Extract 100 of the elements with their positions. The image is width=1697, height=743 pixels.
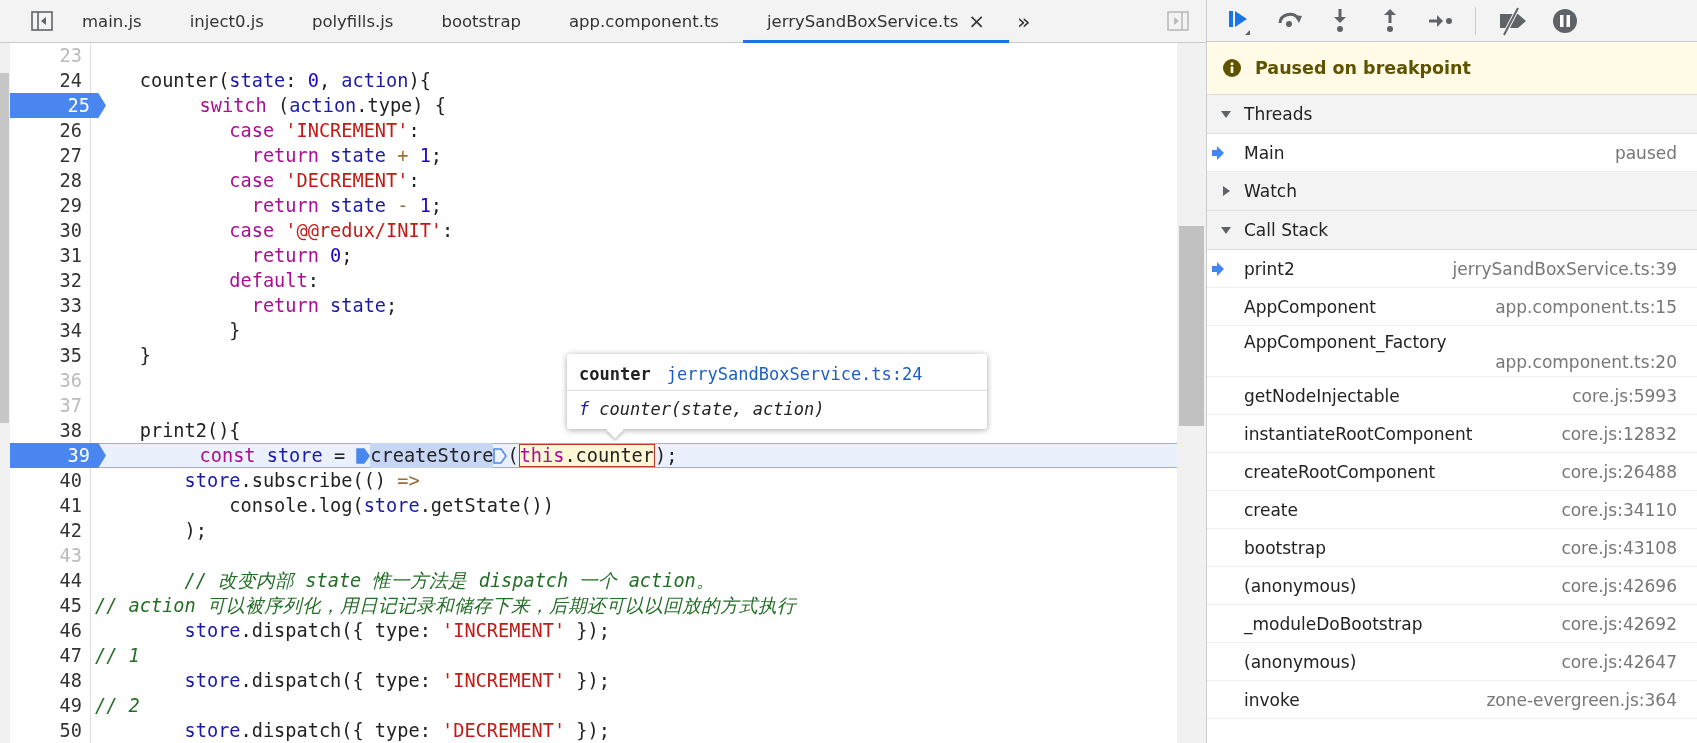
line-number[interactable]: 33 (10, 293, 91, 318)
code-line: print2(){ (138, 419, 241, 443)
line-number[interactable]: 30 (10, 218, 91, 243)
code-line: } (228, 319, 241, 343)
code-line: counter(state: 0, action){ (138, 69, 431, 93)
list-row[interactable]: AppComponent_Factory app.component.ts:20 (1207, 326, 1697, 377)
item-name: instantiateRootComponent (1244, 423, 1473, 444)
code-line: // 改变内部 state 惟一方法是 dispatch 一个 action。 (183, 569, 715, 593)
list-row[interactable]: invoke zone-evergreen.js:364 (1207, 681, 1697, 719)
item-name: Main (1244, 142, 1285, 163)
line-number[interactable]: 48 (10, 668, 91, 693)
list-row[interactable]: print2 jerrySandBoxService.ts:39 (1207, 250, 1697, 288)
code-line: switch (action.type) { (198, 94, 446, 118)
line-number[interactable]: 26 (10, 118, 91, 143)
code-line: case '@@redux/INIT': (228, 219, 454, 243)
code-line: } (138, 344, 151, 368)
section-header[interactable]: Watch (1207, 172, 1697, 211)
list-row[interactable]: createRootComponent core.js:26488 (1207, 453, 1697, 491)
line-number[interactable]: 32 (10, 268, 91, 293)
line-number[interactable]: 44 (10, 568, 91, 593)
banner-text: Paused on breakpoint (1255, 58, 1471, 78)
list-row[interactable]: bootstrap core.js:43108 (1207, 529, 1697, 567)
file-tab[interactable]: bootstrap (417, 0, 545, 43)
line-number[interactable]: 35 (10, 343, 91, 368)
section-header[interactable]: Threads (1207, 95, 1697, 134)
file-tab[interactable]: inject0.js (165, 0, 288, 43)
sidebar-toggle-icon[interactable] (1166, 9, 1190, 33)
file-tab[interactable]: polyfills.js (287, 0, 418, 43)
item-detail: core.js:34110 (1561, 499, 1677, 520)
code-line: ); (183, 519, 207, 543)
item-detail: jerrySandBoxService.ts:39 (1452, 258, 1677, 279)
item-detail: core.js:43108 (1561, 537, 1677, 558)
scrollbar-thumb[interactable] (0, 73, 9, 423)
line-number[interactable]: 40 (10, 468, 91, 493)
line-number[interactable]: 29 (10, 193, 91, 218)
line-number[interactable]: 45 (10, 593, 91, 618)
line-number[interactable]: 39 (10, 443, 106, 468)
list-row[interactable]: getNodeInjectable core.js:5993 (1207, 377, 1697, 415)
item-detail: core.js:42647 (1561, 651, 1677, 672)
item-name: create (1244, 499, 1298, 520)
file-tab[interactable]: main.js (58, 0, 166, 43)
line-number[interactable]: 34 (10, 318, 91, 343)
item-name: getNodeInjectable (1244, 385, 1400, 406)
code-token: ); (655, 444, 678, 468)
tooltip-pointer (606, 421, 624, 439)
code-line: console.log(store.getState()) (228, 494, 554, 518)
file-tab[interactable]: jerrySandBoxService.ts × (742, 0, 1009, 43)
item-detail: paused (1614, 142, 1677, 163)
section-title: Call Stack (1244, 220, 1329, 240)
line-number[interactable]: 50 (10, 718, 91, 743)
tooltip-title: counter (579, 364, 651, 384)
code-token: const (198, 444, 256, 468)
line-number[interactable]: 47 (10, 643, 91, 668)
item-name: invoke (1244, 689, 1300, 710)
code-line: store.subscribe(() => (183, 469, 420, 493)
item-detail: zone-evergreen.js:364 (1486, 689, 1677, 710)
line-number[interactable]: 49 (10, 693, 91, 718)
info-icon (1223, 59, 1241, 77)
source-link[interactable]: jerrySandBoxService.ts:24 (666, 364, 923, 384)
selected-code: createStore (370, 443, 494, 468)
expanded-triangle-icon[interactable] (1220, 108, 1232, 120)
item-detail: app.component.ts:20 (1495, 352, 1677, 372)
section-title: Threads (1244, 104, 1313, 124)
code-line: case 'INCREMENT': (228, 119, 420, 143)
section-header[interactable]: Call Stack (1207, 211, 1697, 250)
close-tab-button[interactable]: × (968, 9, 985, 33)
scrollbar-thumb[interactable] (1179, 226, 1204, 426)
line-number[interactable]: 42 (10, 518, 91, 543)
file-tab[interactable]: app.component.ts (545, 0, 743, 43)
list-row[interactable]: (anonymous) core.js:42647 (1207, 643, 1697, 681)
list-row[interactable]: create core.js:34110 (1207, 491, 1697, 529)
list-row[interactable]: instantiateRootComponent core.js:12832 (1207, 415, 1697, 453)
function-signature: counter(state, action) (599, 399, 825, 419)
line-number[interactable]: 27 (10, 143, 91, 168)
item-detail: core.js:12832 (1561, 423, 1677, 444)
code-line: store.dispatch({ type: 'DECREMENT' }); (183, 719, 610, 743)
line-number[interactable]: 46 (10, 618, 91, 643)
code-line: default: (228, 269, 319, 293)
code-token: ( (507, 444, 519, 468)
navigator-toggle-icon[interactable] (30, 9, 54, 33)
line-number[interactable]: 41 (10, 493, 91, 518)
expanded-triangle-icon[interactable] (1220, 224, 1232, 236)
code-line: // 1 (94, 644, 140, 668)
function-mark: f (579, 399, 590, 419)
code-line: case 'DECREMENT': (228, 169, 420, 193)
hovered-expression[interactable]: this.counter (518, 444, 655, 467)
code-line: store.dispatch({ type: 'INCREMENT' }); (183, 669, 610, 693)
section-title: Watch (1244, 181, 1297, 201)
line-number[interactable]: 28 (10, 168, 91, 193)
list-row[interactable]: _moduleDoBootstrap core.js:42692 (1207, 605, 1697, 643)
code-line: // 2 (94, 694, 140, 718)
collapsed-triangle-icon[interactable] (1220, 185, 1232, 197)
item-name: _moduleDoBootstrap (1244, 613, 1423, 634)
line-number[interactable]: 25 (10, 93, 106, 118)
code-line: store.dispatch({ type: 'INCREMENT' }); (183, 619, 610, 643)
list-row[interactable]: AppComponent app.component.ts:15 (1207, 288, 1697, 326)
item-name: print2 (1244, 258, 1295, 279)
line-number[interactable]: 31 (10, 243, 91, 268)
more-tabs-button[interactable]: » (1017, 8, 1031, 34)
list-row[interactable]: (anonymous) core.js:42696 (1207, 567, 1697, 605)
